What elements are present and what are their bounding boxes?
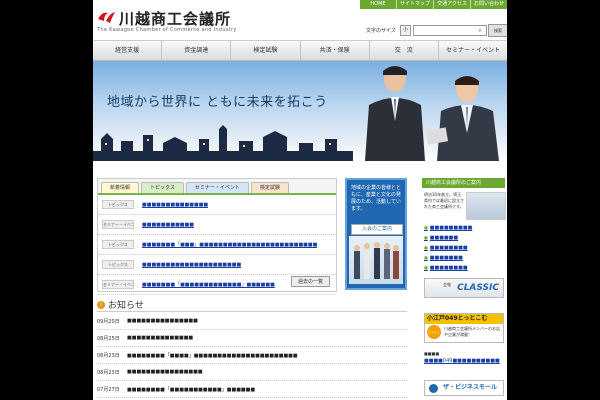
business-mall-banner[interactable]: ザ・ビジネスモール <box>424 380 504 396</box>
koedo-link[interactable]: ■■■■049■■■■■■■■■■ <box>424 358 500 364</box>
notice-row: 07月27日 ■■■■■■■■「■■■■■■■■■■■」■■■■■■ <box>97 381 407 398</box>
notice-icon: i <box>97 300 105 309</box>
koedo-banner-text: 川越商工会議所メンバーのお店や企業が満載！ <box>444 326 500 337</box>
koedo-caption: ■■■■ <box>424 351 440 356</box>
koedo-049-banner[interactable]: 小江戸049とっとこむ とっとこむ 川越商工会議所メンバーのお店や企業が満載！ <box>424 313 504 348</box>
nav-exchange[interactable]: 交 流 <box>368 41 438 60</box>
news-category-badge: トピックス <box>102 240 134 249</box>
notice-link[interactable]: ■■■■■■■■「■■■■」■■■■■■■■■■■■■■■■■■■■■■ <box>127 352 298 359</box>
search-box: ⌕ <box>413 25 487 36</box>
building-photo <box>466 192 506 220</box>
tab-certification-exams[interactable]: 検定試験 <box>250 182 289 193</box>
news-link[interactable]: ■■■■■■■「■■■■■■■■■■■■■」■■■■■■ <box>142 281 275 288</box>
news-row: トピックス ■■■■■■■■■■■■■■■■■■■■■ <box>98 255 336 275</box>
notice-row: 08月23日 ■■■■■■■■■■■■■■■■ <box>97 364 407 381</box>
notice-row: 09月20日 ■■■■■■■■■■■■■■■ <box>97 313 407 330</box>
page: 川越商工会議所 The Kawagoe Chamber of Commerce … <box>93 0 507 400</box>
koedo-badge: とっとこむ <box>427 325 441 348</box>
members-group-image <box>349 236 403 284</box>
search-icon: ⌕ <box>478 26 482 34</box>
notice-title: お知らせ <box>108 301 144 311</box>
news-link[interactable]: ■■■■■■■■■■■ <box>142 222 194 228</box>
sidebar-link[interactable]: ■ ■■■■■ <box>424 233 472 243</box>
news-link[interactable]: ■■■■■■■■■■■■■■ <box>142 202 208 208</box>
notice-list: 09月20日 ■■■■■■■■■■■■■■■ 08月25日 ■■■■■■■■■■… <box>97 313 407 398</box>
business-mall-icon <box>429 384 438 393</box>
news-link[interactable]: ■■■■■■■■■■■■■■■■■■■■■ <box>142 262 241 268</box>
nav-mutual-aid-insurance[interactable]: 共済・保険 <box>299 41 369 60</box>
sidebar-heading: 川越商工会議所のご案内 <box>422 178 505 188</box>
nav-certification-exams[interactable]: 検定試験 <box>230 41 299 60</box>
city-silhouette-icon <box>93 125 353 161</box>
nav-financing[interactable]: 資金調達 <box>161 41 230 60</box>
business-mall-label: ザ・ビジネスモール <box>443 384 498 391</box>
hero-slogan: 地域から世界に ともに未来を拓こう <box>107 95 328 110</box>
news-row: トピックス ■■■■■■■「■■■」■■■■■■■■■■■■■■■■■■■■■■… <box>98 235 336 255</box>
notice-date: 08月25日 <box>97 335 120 342</box>
search-button[interactable]: 検索 <box>488 24 507 37</box>
news-category-badge: セミナー・イベント <box>102 220 134 229</box>
notice-date: 08月23日 <box>97 369 120 376</box>
nav-business-support[interactable]: 経営支援 <box>93 41 161 60</box>
hero-banner: 地域から世界に ともに未来を拓こう <box>93 61 507 161</box>
notice-link[interactable]: ■■■■■■■■■■■■■■■ <box>127 318 198 324</box>
font-size-small-button[interactable]: 小 <box>399 25 411 36</box>
news-tab-bar: 新着情報 トピックス セミナー・イベント 検定試験 <box>98 179 336 195</box>
sidebar-link[interactable]: ■ ■■■■■■■ <box>424 243 472 253</box>
notice-heading: i お知らせ <box>97 298 144 311</box>
notice-link[interactable]: ■■■■■■■■■■■■■■■■ <box>127 369 203 375</box>
businessman-right-image <box>425 76 499 161</box>
notice-divider <box>97 311 407 312</box>
util-nav-contact[interactable]: お問い合わせ <box>470 0 507 9</box>
notice-row: 08月25日 ■■■■■■■■■■■■■■ <box>97 330 407 347</box>
sidebar-link-list: ■ ■■■■■■■■ ■ ■ ■■■■ ■■ ■ ■■■■■ ■■■ ■ ■■■ ■■■■ ■ ■… <box>424 223 473 273</box>
util-nav-sitemap[interactable]: サイトマップ <box>396 0 433 9</box>
notice-link[interactable]: ■■■■■■■■「■■■■■■■■■■■」■■■■■■ <box>127 386 255 393</box>
notice-link[interactable]: ■■■■■■■■■■■■■■ <box>127 335 193 341</box>
util-nav-access[interactable]: 交通アクセス <box>433 0 470 9</box>
sidebar-link[interactable]: ■ ■■■■■■■■ <box>424 223 473 233</box>
classic-newsletter-banner[interactable]: 会報 CLASSIC <box>424 278 504 298</box>
font-size-label: 文字のサイズ <box>366 28 396 34</box>
sidebar-intro-text: 明治30年創立。埼玉県内では最初に設立された商工会議所です。 <box>424 192 464 209</box>
search-input[interactable] <box>414 27 476 34</box>
global-nav: 経営支援 資金調達 検定試験 共済・保険 交 流 セミナー・イベント <box>93 40 507 61</box>
logo-icon[interactable] <box>96 9 116 25</box>
logo-subtitle: The Kawagoe Chamber of Commerce and Indu… <box>97 27 237 33</box>
logo-text[interactable]: 川越商工会議所 <box>119 8 231 29</box>
sidebar-link[interactable]: ■ ■■■■■■ <box>424 253 472 263</box>
tab-new-info[interactable]: 新着情報 <box>101 182 140 193</box>
membership-guide-button[interactable]: 入会のご案内 <box>351 224 403 235</box>
news-link[interactable]: ■■■■■■■「■■■」■■■■■■■■■■■■■■■■■■■■■■■■■ <box>142 241 317 248</box>
news-row: セミナー・イベント ■■■■■■■■■■■ <box>98 215 336 235</box>
sidebar-link[interactable]: ■ ■■■■■■■ <box>424 263 472 273</box>
news-tab-panel: 新着情報 トピックス セミナー・イベント 検定試験 トピックス ■■■■■■■■… <box>97 178 337 295</box>
koedo-banner-title: 小江戸049とっとこむ <box>425 314 503 324</box>
newsletter-title: CLASSIC <box>457 283 499 293</box>
notice-row: 08月23日 ■■■■■■■■「■■■■」■■■■■■■■■■■■■■■■■■■… <box>97 347 407 364</box>
notice-date: 08月23日 <box>97 352 120 359</box>
newsletter-label: 会報 <box>443 282 451 287</box>
membership-promo-banner[interactable]: 地域の企業の皆様とともに、産業と文化の発展のため、活動しています。 入会のご案内 <box>345 178 407 290</box>
utility-nav: HOME サイトマップ 交通アクセス お問い合わせ <box>360 0 507 9</box>
past-list-button[interactable]: 過去の一覧 <box>290 276 330 287</box>
notice-date: 09月20日 <box>97 318 120 325</box>
promo-text: 地域の企業の皆様とともに、産業と文化の発展のため、活動しています。 <box>351 185 402 212</box>
news-category-badge: トピックス <box>102 260 134 269</box>
news-category-badge: トピックス <box>102 200 134 209</box>
news-category-badge: セミナー・イベント <box>102 280 134 289</box>
util-nav-home[interactable]: HOME <box>360 0 396 9</box>
tab-seminars-events[interactable]: セミナー・イベント <box>185 182 249 193</box>
notice-date: 07月27日 <box>97 386 120 393</box>
nav-seminars-events[interactable]: セミナー・イベント <box>437 41 507 60</box>
tab-topics[interactable]: トピックス <box>141 182 184 193</box>
news-row: トピックス ■■■■■■■■■■■■■■ <box>98 195 336 215</box>
